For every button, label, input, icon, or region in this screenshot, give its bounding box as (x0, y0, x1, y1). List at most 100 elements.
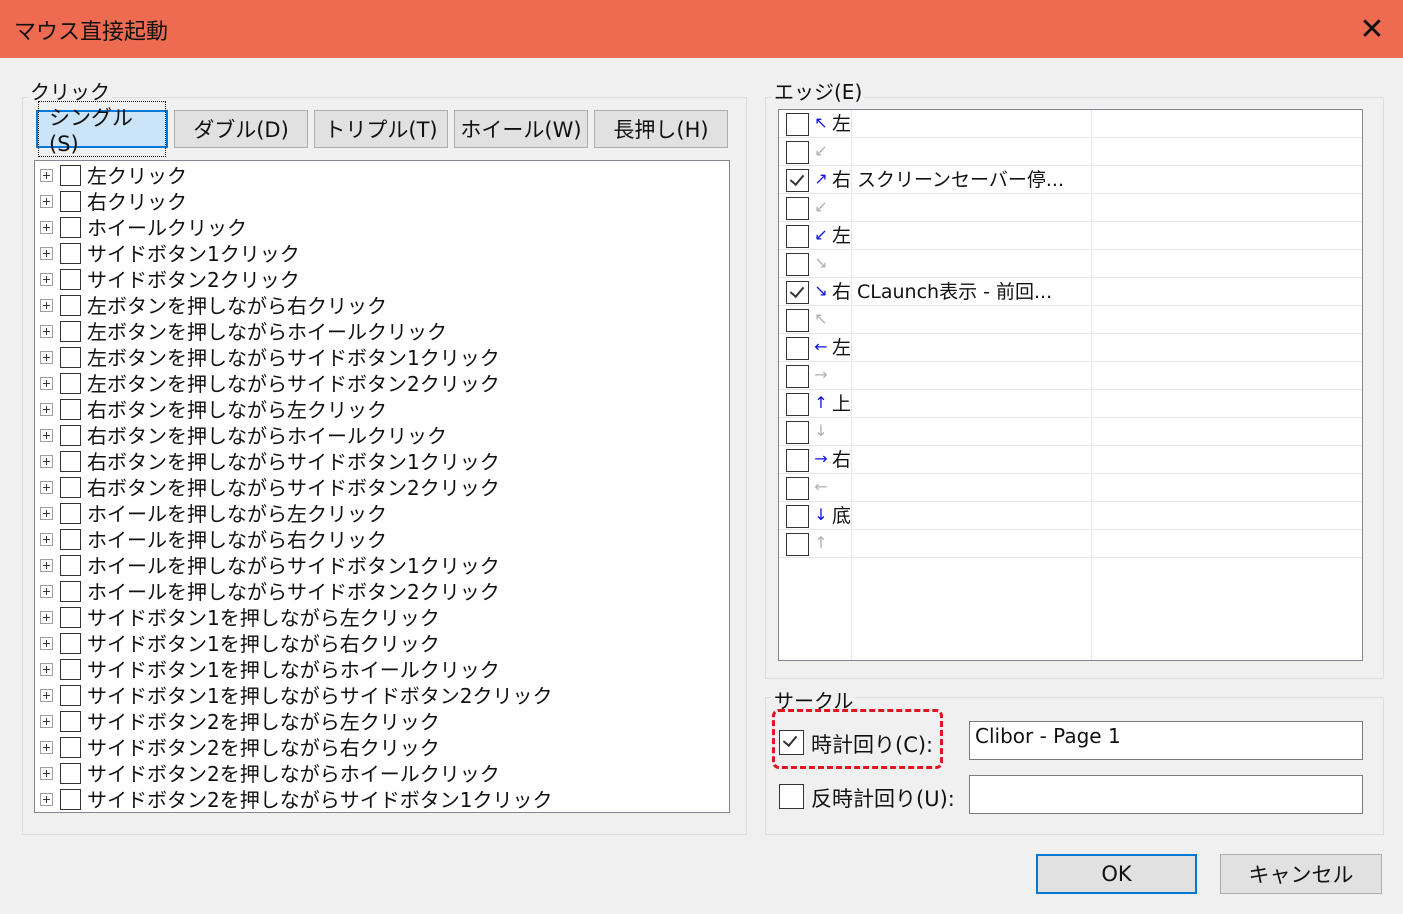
tree-item[interactable]: ホイールを押しながら右クリック (35, 527, 729, 553)
tree-item[interactable]: サイドボタン2を押しながら左クリック (35, 709, 729, 735)
expand-plus-icon[interactable] (40, 169, 53, 182)
tree-item[interactable]: サイドボタン1を押しながら右クリック (35, 631, 729, 657)
edge-checkbox[interactable] (786, 281, 809, 304)
tree-item[interactable]: ホイールクリック (35, 215, 729, 241)
edge-checkbox[interactable] (786, 365, 809, 388)
tab-single[interactable]: シングル(S) (36, 101, 168, 157)
tree-item[interactable]: 右クリック (35, 189, 729, 215)
tree-item[interactable]: サイドボタン1を押しながら左クリック (35, 605, 729, 631)
edge-row[interactable]: ↙ (779, 194, 1362, 222)
expand-plus-icon[interactable] (40, 559, 53, 572)
tree-item[interactable]: ホイールを押しながらサイドボタン1クリック (35, 553, 729, 579)
tree-item-checkbox[interactable] (60, 217, 81, 238)
expand-plus-icon[interactable] (40, 689, 53, 702)
tree-item[interactable]: ホイールを押しながら左クリック (35, 501, 729, 527)
tab-long-press[interactable]: 長押し(H) (594, 110, 728, 148)
counter-clockwise-checkbox[interactable] (779, 784, 804, 809)
edge-checkbox[interactable] (786, 197, 809, 220)
expand-plus-icon[interactable] (40, 767, 53, 780)
tree-item-checkbox[interactable] (60, 477, 81, 498)
tree-item-checkbox[interactable] (60, 503, 81, 524)
close-icon[interactable]: ✕ (1341, 0, 1403, 58)
edge-row[interactable]: ↖ 左 (779, 110, 1362, 138)
edge-checkbox[interactable] (786, 225, 809, 248)
edge-checkbox[interactable] (786, 113, 809, 136)
expand-plus-icon[interactable] (40, 663, 53, 676)
edge-list[interactable]: ↖ 左 ↙ ↗ 右スクリーンセーバー停... ↙ ↙ 左 ↘ ↘ 右 CLaunch表示 - 前回..… (778, 109, 1363, 661)
tree-item-checkbox[interactable] (60, 711, 81, 732)
edge-row[interactable]: ↓ 底 (779, 502, 1362, 530)
tree-item-checkbox[interactable] (60, 581, 81, 602)
tree-item-checkbox[interactable] (60, 607, 81, 628)
edge-row[interactable]: ← (779, 474, 1362, 502)
tree-item-checkbox[interactable] (60, 321, 81, 342)
edge-row[interactable]: → (779, 362, 1362, 390)
edge-checkbox[interactable] (786, 169, 809, 192)
expand-plus-icon[interactable] (40, 715, 53, 728)
edge-row[interactable]: → 右 (779, 446, 1362, 474)
tree-item[interactable]: 右ボタンを押しながらホイールクリック (35, 423, 729, 449)
edge-checkbox[interactable] (786, 477, 809, 500)
edge-checkbox[interactable] (786, 253, 809, 276)
tree-item-checkbox[interactable] (60, 659, 81, 680)
expand-plus-icon[interactable] (40, 403, 53, 416)
expand-plus-icon[interactable] (40, 325, 53, 338)
edge-row[interactable]: ↑ 上 (779, 390, 1362, 418)
tree-item[interactable]: サイドボタン2を押しながらサイドボタン1クリック (35, 787, 729, 812)
tree-item-checkbox[interactable] (60, 633, 81, 654)
tree-item-checkbox[interactable] (60, 191, 81, 212)
expand-plus-icon[interactable] (40, 273, 53, 286)
edge-checkbox[interactable] (786, 421, 809, 444)
expand-plus-icon[interactable] (40, 611, 53, 624)
expand-plus-icon[interactable] (40, 351, 53, 364)
edge-checkbox[interactable] (786, 337, 809, 360)
tree-item[interactable]: サイドボタン1クリック (35, 241, 729, 267)
edge-row[interactable]: ↑ (779, 530, 1362, 558)
edge-row[interactable]: ↗ 右スクリーンセーバー停... (779, 166, 1362, 194)
tree-item[interactable]: 右ボタンを押しながら左クリック (35, 397, 729, 423)
click-tree[interactable]: 左クリック 右クリック ホイールクリック サイドボタン1クリック サイドボタン2クリック… (34, 160, 730, 813)
tab-triple[interactable]: トリプル(T) (314, 110, 448, 148)
expand-plus-icon[interactable] (40, 377, 53, 390)
tree-item-checkbox[interactable] (60, 425, 81, 446)
tree-item[interactable]: サイドボタン2クリック (35, 267, 729, 293)
tree-item[interactable]: サイドボタン2を押しながらホイールクリック (35, 761, 729, 787)
tree-item-checkbox[interactable] (60, 399, 81, 420)
tree-item[interactable]: サイドボタン1を押しながらホイールクリック (35, 657, 729, 683)
tree-item-checkbox[interactable] (60, 685, 81, 706)
expand-plus-icon[interactable] (40, 741, 53, 754)
tree-item[interactable]: ホイールを押しながらサイドボタン2クリック (35, 579, 729, 605)
edge-checkbox[interactable] (786, 505, 809, 528)
edge-checkbox[interactable] (786, 309, 809, 332)
counter-clockwise-action-field[interactable] (969, 775, 1363, 814)
tree-item-checkbox[interactable] (60, 295, 81, 316)
expand-plus-icon[interactable] (40, 585, 53, 598)
tree-item[interactable]: 左ボタンを押しながらサイドボタン1クリック (35, 345, 729, 371)
tab-double[interactable]: ダブル(D) (174, 110, 308, 148)
tree-item[interactable]: 右ボタンを押しながらサイドボタン1クリック (35, 449, 729, 475)
tree-item-checkbox[interactable] (60, 373, 81, 394)
expand-plus-icon[interactable] (40, 455, 53, 468)
expand-plus-icon[interactable] (40, 247, 53, 260)
tree-item[interactable]: 右ボタンを押しながらサイドボタン2クリック (35, 475, 729, 501)
tree-item-checkbox[interactable] (60, 347, 81, 368)
expand-plus-icon[interactable] (40, 299, 53, 312)
tree-item-checkbox[interactable] (60, 529, 81, 550)
edge-row[interactable]: ↓ (779, 418, 1362, 446)
edge-row[interactable]: ↙ (779, 138, 1362, 166)
tree-item-checkbox[interactable] (60, 269, 81, 290)
edge-checkbox[interactable] (786, 141, 809, 164)
expand-plus-icon[interactable] (40, 637, 53, 650)
tree-item-checkbox[interactable] (60, 243, 81, 264)
tree-item-checkbox[interactable] (60, 763, 81, 784)
ok-button[interactable]: OK (1036, 854, 1197, 894)
edge-row[interactable]: ← 左 (779, 334, 1362, 362)
tree-item-checkbox[interactable] (60, 789, 81, 810)
edge-row[interactable]: ↙ 左 (779, 222, 1362, 250)
tree-item[interactable]: サイドボタン2を押しながら右クリック (35, 735, 729, 761)
tree-item[interactable]: 左ボタンを押しながらサイドボタン2クリック (35, 371, 729, 397)
expand-plus-icon[interactable] (40, 195, 53, 208)
expand-plus-icon[interactable] (40, 533, 53, 546)
tab-wheel[interactable]: ホイール(W) (454, 110, 588, 148)
tree-item-checkbox[interactable] (60, 737, 81, 758)
